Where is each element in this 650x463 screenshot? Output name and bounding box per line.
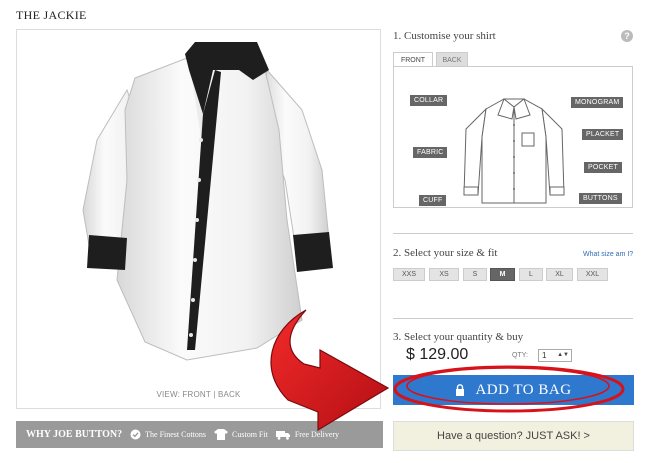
lock-icon bbox=[456, 384, 465, 396]
buttons-option[interactable]: BUTTONS bbox=[579, 193, 622, 204]
monogram-option[interactable]: MONOGRAM bbox=[571, 97, 624, 108]
why-joe-button-bar: WHY JOE BUTTON? The Finest Cottons Custo… bbox=[16, 421, 383, 448]
qty-label: QTY: bbox=[512, 352, 528, 359]
feature-label: Free Delivery bbox=[294, 430, 340, 439]
size-help-link[interactable]: What size am I? bbox=[583, 251, 633, 258]
cuff-option[interactable]: CUFF bbox=[419, 195, 447, 206]
feature-label: The Finest Cottons bbox=[145, 430, 207, 439]
size-option-xl[interactable]: XL bbox=[546, 268, 573, 281]
shirt-icon bbox=[214, 429, 229, 440]
price: $ 129.00 bbox=[406, 346, 469, 363]
tab-back[interactable]: BACK bbox=[436, 52, 468, 67]
feature-fit: Custom Fit bbox=[214, 429, 268, 440]
quantity-select[interactable]: 1 ▲▼ bbox=[538, 349, 572, 362]
feature-delivery: Free Delivery bbox=[275, 430, 340, 440]
size-option-xs[interactable]: XS bbox=[429, 268, 459, 281]
why-title: WHY JOE BUTTON? bbox=[26, 429, 123, 440]
size-option-l[interactable]: L bbox=[519, 268, 543, 281]
feature-label: Custom Fit bbox=[232, 430, 268, 439]
add-to-bag-button[interactable]: ADD TO BAG bbox=[393, 375, 634, 405]
size-option-xxl[interactable]: XXL bbox=[577, 268, 608, 281]
section-divider bbox=[393, 318, 633, 319]
section-divider bbox=[393, 233, 633, 234]
ask-question-button[interactable]: Have a question? JUST ASK! > bbox=[393, 421, 634, 451]
updown-arrow-icon: ▲▼ bbox=[557, 352, 569, 358]
step-customise-title: 1. Customise your shirt bbox=[393, 30, 496, 42]
view-toggle[interactable]: VIEW: FRONT | BACK bbox=[17, 390, 380, 399]
product-image-panel: VIEW: FRONT | BACK bbox=[16, 29, 381, 409]
pocket-option[interactable]: POCKET bbox=[584, 162, 622, 173]
tab-front[interactable]: FRONT bbox=[393, 52, 433, 67]
collar-option[interactable]: COLLAR bbox=[410, 95, 448, 106]
step-quantity-title: 3. Select your quantity & buy bbox=[393, 331, 524, 343]
placket-option[interactable]: PLACKET bbox=[582, 129, 624, 140]
help-icon[interactable]: ? bbox=[621, 30, 633, 42]
size-option-xxs[interactable]: XXS bbox=[393, 268, 425, 281]
add-to-bag-label: ADD TO BAG bbox=[475, 381, 572, 398]
quantity-value: 1 bbox=[542, 351, 547, 360]
size-option-m[interactable]: M bbox=[490, 268, 515, 281]
truck-icon bbox=[275, 430, 290, 440]
check-circle-icon bbox=[130, 429, 141, 440]
size-option-s[interactable]: S bbox=[463, 268, 487, 281]
feature-cottons: The Finest Cottons bbox=[130, 429, 206, 440]
step-size-title: 2. Select your size & fit bbox=[393, 247, 498, 259]
customise-panel: COLLAR FABRIC CUFF MONOGRAM PLACKET POCK… bbox=[393, 66, 633, 208]
fabric-option[interactable]: FABRIC bbox=[413, 147, 448, 158]
shirt-image[interactable] bbox=[17, 30, 381, 390]
product-title: THE JACKIE bbox=[16, 8, 87, 22]
